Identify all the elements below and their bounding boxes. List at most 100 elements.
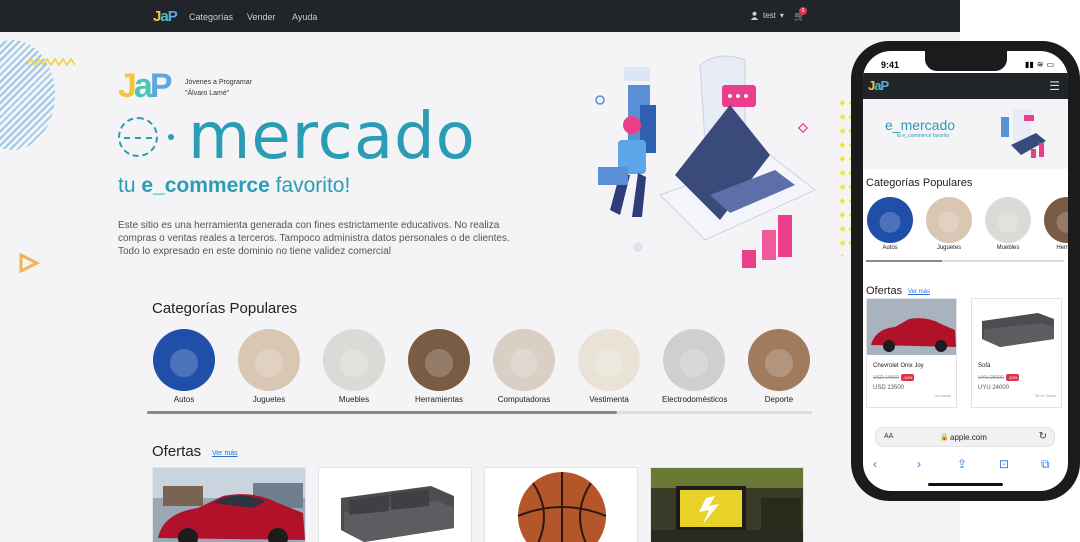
- logo-letter-p: P: [167, 8, 178, 25]
- phone-category-item[interactable]: Herrami: [1043, 197, 1068, 251]
- subtitle-suffix: favorito!: [269, 174, 351, 197]
- user-icon: [750, 11, 759, 20]
- monitor-image: [651, 468, 803, 542]
- phone-category-item[interactable]: Autos: [866, 197, 914, 251]
- hamburger-menu-icon[interactable]: ☰: [1049, 79, 1060, 93]
- tabs-icon[interactable]: ⧉: [1041, 457, 1050, 472]
- offers-title: Ofertas: [152, 443, 202, 460]
- decorative-triangle: [19, 252, 40, 274]
- phone-category-item[interactable]: Muebles: [984, 197, 1032, 251]
- card-stock: 39 en Stock: [1034, 393, 1056, 398]
- cart-badge: 0: [799, 7, 807, 15]
- reload-icon[interactable]: ↻: [1039, 431, 1047, 442]
- hero-title-word: mercado: [188, 100, 476, 174]
- hero-description: Este sitio es una herramienta generada c…: [118, 220, 510, 257]
- category-label: Autos: [173, 395, 195, 404]
- phone-mockup: 9:41 ▮▮ ≋ ▭ JaP ☰ e_mercado tu e_commerc…: [851, 41, 1080, 501]
- forward-icon[interactable]: ›: [917, 457, 921, 471]
- org-subname: "Álvaro Lamé": [185, 90, 230, 97]
- category-item[interactable]: Autos: [152, 329, 216, 404]
- phone-categories-scrollbar[interactable]: [866, 260, 1064, 262]
- decorative-dots: [838, 96, 852, 256]
- phone-category-image: [926, 197, 972, 243]
- desktop-site: JaP Categorías Vender Ayuda test ▾ 🛒 0 J…: [0, 0, 960, 542]
- car-image: [153, 468, 305, 542]
- user-menu[interactable]: test ▾: [750, 11, 784, 20]
- phone-category-label: Juguetes: [936, 245, 962, 251]
- org-name: Jóvenes a Programar: [185, 79, 252, 86]
- user-name: test: [763, 11, 776, 20]
- phone-category-image: [985, 197, 1031, 243]
- category-label: Vestimenta: [589, 395, 629, 404]
- category-item[interactable]: Juguetes: [237, 329, 301, 404]
- phone-offer-card-sofa[interactable]: Sofá UYU 26000 -10% UYU 24000 39 en Stoc…: [971, 298, 1062, 408]
- hero-illustration: [595, 55, 816, 268]
- phone-notch: [925, 51, 1007, 71]
- hero-title: mercado: [118, 100, 476, 174]
- phone-scrollbar-thumb[interactable]: [866, 260, 942, 262]
- screenshot-stage: JaP Categorías Vender Ayuda test ▾ 🛒 0 J…: [0, 0, 1080, 542]
- category-item[interactable]: Vestimenta: [577, 329, 641, 404]
- back-icon[interactable]: ‹: [873, 457, 877, 471]
- category-image: [748, 329, 810, 391]
- category-image: [578, 329, 640, 391]
- navbar: JaP Categorías Vender Ayuda test ▾ 🛒 0: [0, 0, 960, 32]
- category-label: Electrodomésticos: [662, 395, 728, 404]
- category-image: [238, 329, 300, 391]
- phone-sofa-image: [972, 299, 1061, 355]
- share-icon[interactable]: ⇪: [957, 457, 967, 471]
- card-name: Sofá: [978, 363, 991, 369]
- category-label: Computadoras: [497, 395, 551, 404]
- basketball-image: [485, 468, 637, 542]
- title-dot: [168, 134, 174, 140]
- phone-hero: e_mercado tu e_commerce favorito: [863, 99, 1068, 169]
- phone-logo[interactable]: JaP: [868, 78, 889, 93]
- text-size-button[interactable]: AA: [884, 433, 893, 440]
- phone-navbar: JaP ☰: [863, 73, 1068, 99]
- url-text[interactable]: apple.com: [950, 433, 987, 442]
- scrollbar-thumb[interactable]: [147, 411, 617, 414]
- phone-category-item[interactable]: Juguetes: [925, 197, 973, 251]
- nav-link-categorias[interactable]: Categorías: [189, 12, 233, 22]
- phone-status-icons: ▮▮ ≋ ▭: [1025, 60, 1054, 69]
- categories-scrollbar[interactable]: [147, 411, 812, 414]
- phone-offer-card-car[interactable]: Chevrolet Onix Joy USD 14500 -10% USD 13…: [866, 298, 957, 408]
- category-label: Juguetes: [252, 395, 286, 404]
- category-item[interactable]: Electrodomésticos: [662, 329, 728, 404]
- offers-more-link[interactable]: Ver más: [212, 450, 238, 457]
- category-item[interactable]: Computadoras: [492, 329, 556, 404]
- nav-link-ayuda[interactable]: Ayuda: [292, 12, 317, 22]
- phone-category-label: Muebles: [996, 245, 1020, 251]
- category-item[interactable]: Muebles: [322, 329, 386, 404]
- sofa-image: [319, 468, 471, 542]
- offer-card-sofa[interactable]: [318, 467, 472, 542]
- offer-card-monitor[interactable]: [650, 467, 804, 542]
- offer-card-basketball[interactable]: [484, 467, 638, 542]
- categories-title: Categorías Populares: [152, 300, 298, 317]
- category-item[interactable]: Deporte: [747, 329, 811, 404]
- safari-address-bar[interactable]: AA 🔒 apple.com ↻: [875, 427, 1055, 447]
- phone-offers-title: Ofertas: [866, 285, 903, 297]
- offer-card-car[interactable]: [152, 467, 306, 542]
- safari-toolbar: ‹ › ⇪ ⊡ ⧉: [863, 453, 1068, 477]
- phone-category-image: [867, 197, 913, 243]
- category-label: Deporte: [764, 395, 794, 404]
- card-name: Chevrolet Onix Joy: [873, 363, 924, 369]
- chevron-down-icon: ▾: [779, 11, 784, 20]
- phone-category-label: Autos: [882, 245, 898, 251]
- hero-subtitle: tu e_commerce favorito!: [118, 174, 350, 198]
- nav-logo[interactable]: JaP: [153, 8, 178, 25]
- signal-icon: ▮▮: [1024, 60, 1034, 69]
- category-item[interactable]: Herramientas: [407, 329, 471, 404]
- card-discount-badge: -10%: [901, 374, 915, 381]
- card-old-price: UYU 26000: [978, 375, 1004, 381]
- wifi-icon: ≋: [1036, 60, 1044, 69]
- phone-categories-carousel: Autos Juguetes Muebles Herrami: [866, 197, 1068, 257]
- nav-link-vender[interactable]: Vender: [247, 12, 276, 22]
- phone-offers-more-link[interactable]: Ver más: [908, 289, 930, 295]
- card-price: UYU 24000: [978, 385, 1010, 391]
- card-discount-badge: -10%: [1006, 374, 1020, 381]
- bookmarks-icon[interactable]: ⊡: [999, 457, 1009, 471]
- category-image: [663, 329, 725, 391]
- category-image: [493, 329, 555, 391]
